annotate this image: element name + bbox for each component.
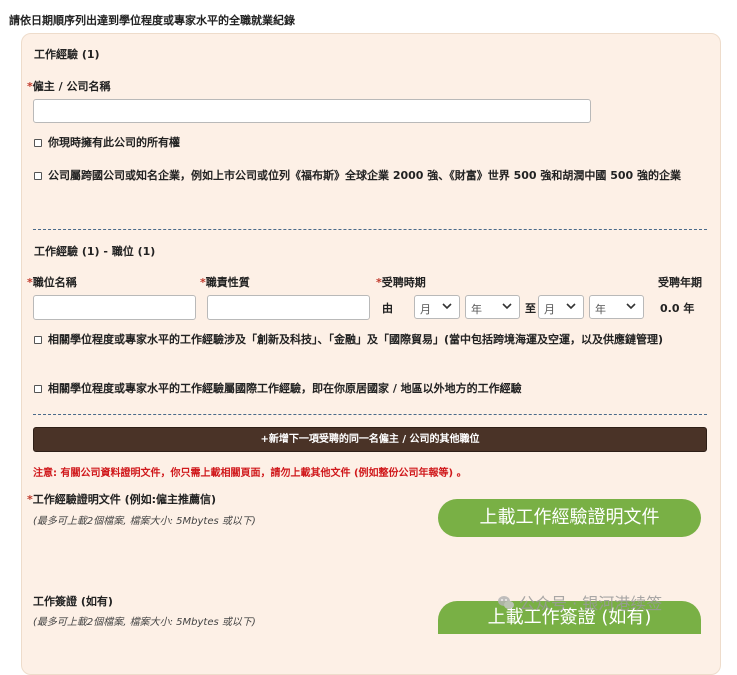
from-label: 由: [382, 302, 393, 315]
upload-proof-button[interactable]: 上載工作經驗證明文件: [438, 499, 701, 537]
visa-label: 工作簽證 (如有): [33, 595, 113, 608]
multinational-checkbox-label: 公司屬跨國公司或知名企業，例如上市公司或位列《福布斯》全球企業 2000 強、《…: [48, 169, 682, 182]
to-month-select[interactable]: 月: [538, 295, 584, 319]
period-label: 受聘時期: [381, 276, 426, 289]
multinational-checkbox[interactable]: [34, 172, 42, 180]
job-title-input[interactable]: [33, 295, 196, 320]
visa-hint: (最多可上載2個檔案, 檔案大小: 5Mbytes 或以下): [33, 617, 256, 628]
fields-checkbox[interactable]: [34, 336, 42, 344]
owner-checkbox[interactable]: [34, 139, 42, 147]
position-section-title: 工作經驗 (1) - 職位 (1): [34, 245, 156, 258]
chevron-down-icon: [442, 303, 452, 310]
proof-label: 工作經驗證明文件 (例如:僱主推薦信): [32, 493, 217, 506]
to-year-value: 年: [595, 303, 606, 316]
international-checkbox[interactable]: [34, 385, 42, 393]
proof-hint: (最多可上載2個檔案, 檔案大小: 5Mbytes 或以下): [33, 516, 256, 527]
add-position-button[interactable]: +新增下一項受聘的同一名僱主 / 公司的其他職位: [33, 427, 707, 452]
section-divider: [33, 414, 707, 415]
from-month-value: 月: [420, 303, 431, 316]
employer-input[interactable]: [33, 99, 591, 123]
employer-label: 僱主 / 公司名稱: [32, 80, 111, 93]
international-checkbox-label: 相關學位程度或專家水平的工作經驗屬國際工作經驗，即在你原居國家 / 地區以外地方…: [48, 382, 522, 395]
years-value: 0.0 年: [660, 302, 695, 315]
watermark: 公众号 · 银河港续签: [497, 590, 662, 614]
intro-text: 請依日期順序列出達到學位程度或專家水平的全職就業紀錄: [9, 14, 295, 27]
chevron-down-icon: [566, 303, 576, 310]
notice-text: 注意: 有關公司資料證明文件，你只需上載相關頁面，請勿上載其他文件 (例如整份公…: [33, 468, 467, 479]
period-label-wrap: *受聘時期: [376, 274, 426, 290]
owner-checkbox-label: 你現時擁有此公司的所有權: [48, 136, 180, 149]
to-year-select[interactable]: 年: [589, 295, 644, 319]
from-year-select[interactable]: 年: [465, 295, 520, 319]
watermark-text: 公众号 · 银河港续签: [519, 594, 663, 613]
duty-label-wrap: *職責性質: [200, 274, 250, 290]
from-year-value: 年: [471, 303, 482, 316]
employer-label-wrap: *僱主 / 公司名稱: [27, 78, 110, 94]
work-experience-panel: [21, 33, 721, 675]
chevron-down-icon: [502, 303, 512, 310]
from-month-select[interactable]: 月: [414, 295, 460, 319]
to-month-value: 月: [544, 303, 555, 316]
duty-label: 職責性質: [205, 276, 250, 289]
chevron-down-icon: [626, 303, 636, 310]
duty-input[interactable]: [207, 295, 370, 320]
years-label: 受聘年期: [658, 276, 702, 289]
work-section-title: 工作經驗 (1): [34, 48, 100, 61]
proof-label-wrap: *工作經驗證明文件 (例如:僱主推薦信): [27, 491, 216, 507]
to-label: 至: [525, 302, 536, 315]
job-title-label-wrap: *職位名稱: [27, 274, 77, 290]
job-title-label: 職位名稱: [32, 276, 77, 289]
section-divider: [33, 229, 707, 230]
fields-checkbox-label: 相關學位程度或專家水平的工作經驗涉及「創新及科技」、「金融」及「國際貿易」(當中…: [48, 333, 664, 346]
wechat-icon: [498, 596, 514, 609]
